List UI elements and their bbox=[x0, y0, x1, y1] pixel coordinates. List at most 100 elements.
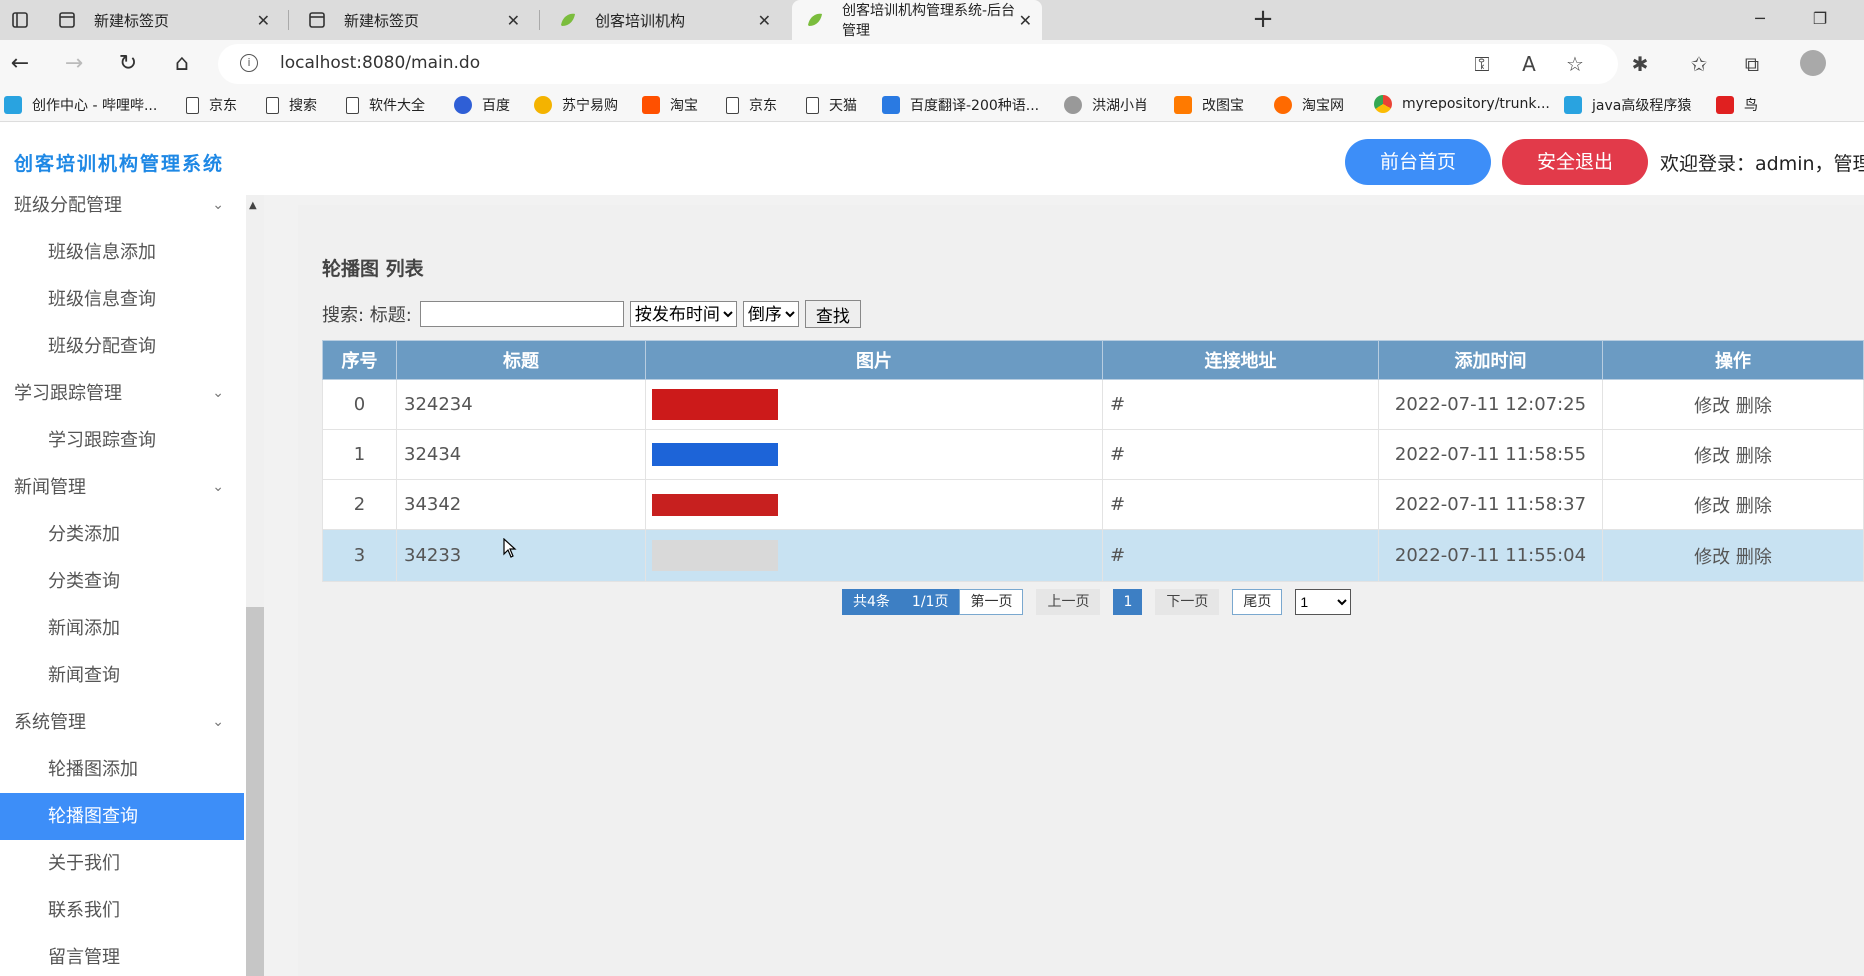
sidebar-group-system[interactable]: 系统管理 ⌄ bbox=[0, 699, 244, 746]
forward-icon[interactable]: → bbox=[56, 46, 92, 82]
delete-link[interactable]: 删除 bbox=[1736, 547, 1772, 568]
sidebar-item-news-add[interactable]: 新闻添加 bbox=[0, 605, 244, 652]
bookmark-item[interactable]: 百度 bbox=[454, 95, 510, 115]
home-icon[interactable]: ⌂ bbox=[164, 46, 200, 82]
chevron-down-icon: ⌄ bbox=[212, 714, 224, 730]
bookmark-item[interactable]: 搜索 bbox=[266, 95, 317, 115]
bookmark-item[interactable]: 淘宝 bbox=[642, 95, 698, 115]
bookmark-item[interactable]: 天猫 bbox=[806, 95, 857, 115]
restore-icon[interactable]: ❐ bbox=[1800, 0, 1840, 40]
table-row[interactable]: 0 324234 # 2022-07-11 12:07:25 修改 删除 bbox=[322, 379, 1864, 430]
minimize-icon[interactable]: ─ bbox=[1740, 0, 1780, 40]
sidebar-scrollbar-thumb[interactable] bbox=[246, 607, 264, 976]
pager-next-button[interactable]: 下一页 bbox=[1155, 589, 1220, 615]
scroll-up-arrow-icon[interactable]: ▲ bbox=[249, 200, 257, 211]
bookmark-item[interactable]: 京东 bbox=[186, 95, 237, 115]
bookmark-item[interactable]: 鸟 bbox=[1716, 95, 1758, 115]
baidu-translate-icon bbox=[882, 96, 900, 114]
key-icon[interactable]: ⚿ bbox=[1470, 53, 1494, 77]
sidebar-item-assignment-query[interactable]: 班级分配查询 bbox=[0, 323, 244, 370]
title-search-input[interactable] bbox=[419, 301, 624, 327]
profile-avatar[interactable] bbox=[1800, 50, 1826, 76]
row-index: 3 bbox=[322, 529, 397, 582]
sidebar-group-news[interactable]: 新闻管理 ⌄ bbox=[0, 464, 244, 511]
sidebar-item-contact-us[interactable]: 联系我们 bbox=[0, 887, 244, 934]
table-row[interactable]: 2 34342 # 2022-07-11 11:58:37 修改 删除 bbox=[322, 479, 1864, 530]
site-info-icon[interactable]: i bbox=[240, 54, 258, 72]
new-tab-page-icon bbox=[308, 11, 326, 29]
chevron-down-icon: ⌄ bbox=[212, 197, 224, 213]
bookmark-item[interactable]: 百度翻译-200种语... bbox=[882, 95, 1039, 115]
sidebar-item-news-query[interactable]: 新闻查询 bbox=[0, 652, 244, 699]
bookmark-item[interactable]: java高级程序猿 bbox=[1564, 95, 1691, 115]
address-bar[interactable]: i localhost:8080/main.do bbox=[218, 44, 1618, 84]
page-jump-select[interactable]: 1 bbox=[1295, 589, 1352, 615]
pager-last-button[interactable]: 尾页 bbox=[1232, 589, 1283, 615]
edit-link[interactable]: 修改 bbox=[1694, 496, 1730, 517]
pager-first-button[interactable]: 第一页 bbox=[959, 589, 1024, 615]
sidebar-item-carousel-query[interactable]: 轮播图查询 bbox=[0, 793, 244, 840]
sidebar-group-study-tracking[interactable]: 学习跟踪管理 ⌄ bbox=[0, 370, 244, 417]
bookmark-item[interactable]: 创作中心 - 哔哩哔... bbox=[4, 95, 157, 115]
carousel-thumbnail[interactable] bbox=[652, 389, 778, 420]
browser-toolbar: ← → ↻ ⌂ i localhost:8080/main.do ⚿ A ☆ ✱… bbox=[0, 40, 1864, 88]
close-tab-icon[interactable]: ✕ bbox=[507, 11, 520, 30]
delete-link[interactable]: 删除 bbox=[1736, 446, 1772, 467]
back-icon[interactable]: ← bbox=[2, 46, 38, 82]
close-tab-icon[interactable]: ✕ bbox=[1019, 11, 1032, 30]
browser-tab-3[interactable]: 创客培训机构 ✕ bbox=[545, 0, 785, 40]
sidebar-item-messages[interactable]: 留言管理 bbox=[0, 934, 244, 976]
sort-order-select[interactable]: 倒序 bbox=[742, 301, 799, 327]
row-actions: 修改 删除 bbox=[1602, 529, 1864, 582]
sidebar-item-about-us[interactable]: 关于我们 bbox=[0, 840, 244, 887]
extensions-icon[interactable]: ✱ bbox=[1628, 53, 1652, 77]
logout-button[interactable]: 安全退出 bbox=[1502, 139, 1648, 185]
carousel-thumbnail[interactable] bbox=[652, 443, 778, 466]
table-row-highlighted[interactable]: 3 34233 # 2022-07-11 11:55:04 修改 删除 bbox=[322, 529, 1864, 582]
bookmark-item[interactable]: myrepository/trunk... bbox=[1374, 95, 1550, 113]
sort-field-select[interactable]: 按发布时间 bbox=[629, 301, 737, 327]
carousel-thumbnail[interactable] bbox=[652, 540, 778, 571]
close-tab-icon[interactable]: ✕ bbox=[758, 11, 771, 30]
frontend-home-button[interactable]: 前台首页 bbox=[1345, 139, 1491, 185]
bookmark-item[interactable]: 淘宝网 bbox=[1274, 95, 1344, 115]
pager-total: 共4条 bbox=[842, 589, 901, 615]
read-aloud-icon[interactable]: A bbox=[1517, 53, 1541, 77]
carousel-thumbnail[interactable] bbox=[652, 493, 778, 516]
delete-link[interactable]: 删除 bbox=[1736, 496, 1772, 517]
sidebar-item-class-query[interactable]: 班级信息查询 bbox=[0, 276, 244, 323]
bookmark-item[interactable]: 洪湖小肖 bbox=[1064, 95, 1148, 115]
sidebar-item-carousel-add[interactable]: 轮播图添加 bbox=[0, 746, 244, 793]
bookmark-item[interactable]: 苏宁易购 bbox=[534, 95, 618, 115]
bookmark-item[interactable]: 京东 bbox=[726, 95, 777, 115]
sidebar-item-category-query[interactable]: 分类查询 bbox=[0, 558, 244, 605]
column-header: 连接地址 bbox=[1102, 340, 1379, 380]
edit-link[interactable]: 修改 bbox=[1694, 547, 1730, 568]
tab-actions-icon[interactable] bbox=[0, 0, 40, 40]
favorites-icon[interactable]: ✩ bbox=[1687, 53, 1711, 77]
browser-tab-2[interactable]: 新建标签页 ✕ bbox=[294, 0, 534, 40]
edit-link[interactable]: 修改 bbox=[1694, 396, 1730, 417]
pager-prev-button[interactable]: 上一页 bbox=[1036, 589, 1101, 615]
bookmark-item[interactable]: 软件大全 bbox=[346, 95, 425, 115]
search-button[interactable]: 查找 bbox=[804, 300, 861, 328]
url-text[interactable]: localhost:8080/main.do bbox=[280, 53, 480, 73]
collections-icon[interactable]: ⧉ bbox=[1740, 53, 1764, 77]
sidebar-item-tracking-query[interactable]: 学习跟踪查询 bbox=[0, 417, 244, 464]
bookmark-item[interactable]: 改图宝 bbox=[1174, 95, 1244, 115]
add-favorite-icon[interactable]: ☆ bbox=[1563, 53, 1587, 77]
reload-icon[interactable]: ↻ bbox=[110, 46, 146, 82]
browser-tab-1[interactable]: 新建标签页 ✕ bbox=[44, 0, 284, 40]
app-header: 创客培训机构管理系统 前台首页 安全退出 欢迎登录：admin，管理员 bbox=[0, 123, 1864, 195]
sidebar-item-class-add[interactable]: 班级信息添加 bbox=[0, 229, 244, 276]
browser-tab-4-active[interactable]: 创客培训机构管理系统-后台管理 ✕ bbox=[792, 0, 1042, 40]
edit-link[interactable]: 修改 bbox=[1694, 446, 1730, 467]
row-time: 2022-07-11 12:07:25 bbox=[1378, 379, 1603, 430]
new-tab-button[interactable]: + bbox=[1248, 0, 1278, 40]
delete-link[interactable]: 删除 bbox=[1736, 396, 1772, 417]
pager-current-page[interactable]: 1 bbox=[1113, 589, 1143, 615]
close-tab-icon[interactable]: ✕ bbox=[257, 11, 270, 30]
sidebar-item-category-add[interactable]: 分类添加 bbox=[0, 511, 244, 558]
sidebar-group-class-assignment[interactable]: 班级分配管理 ⌄ bbox=[0, 195, 244, 229]
table-row[interactable]: 1 32434 # 2022-07-11 11:58:55 修改 删除 bbox=[322, 429, 1864, 480]
